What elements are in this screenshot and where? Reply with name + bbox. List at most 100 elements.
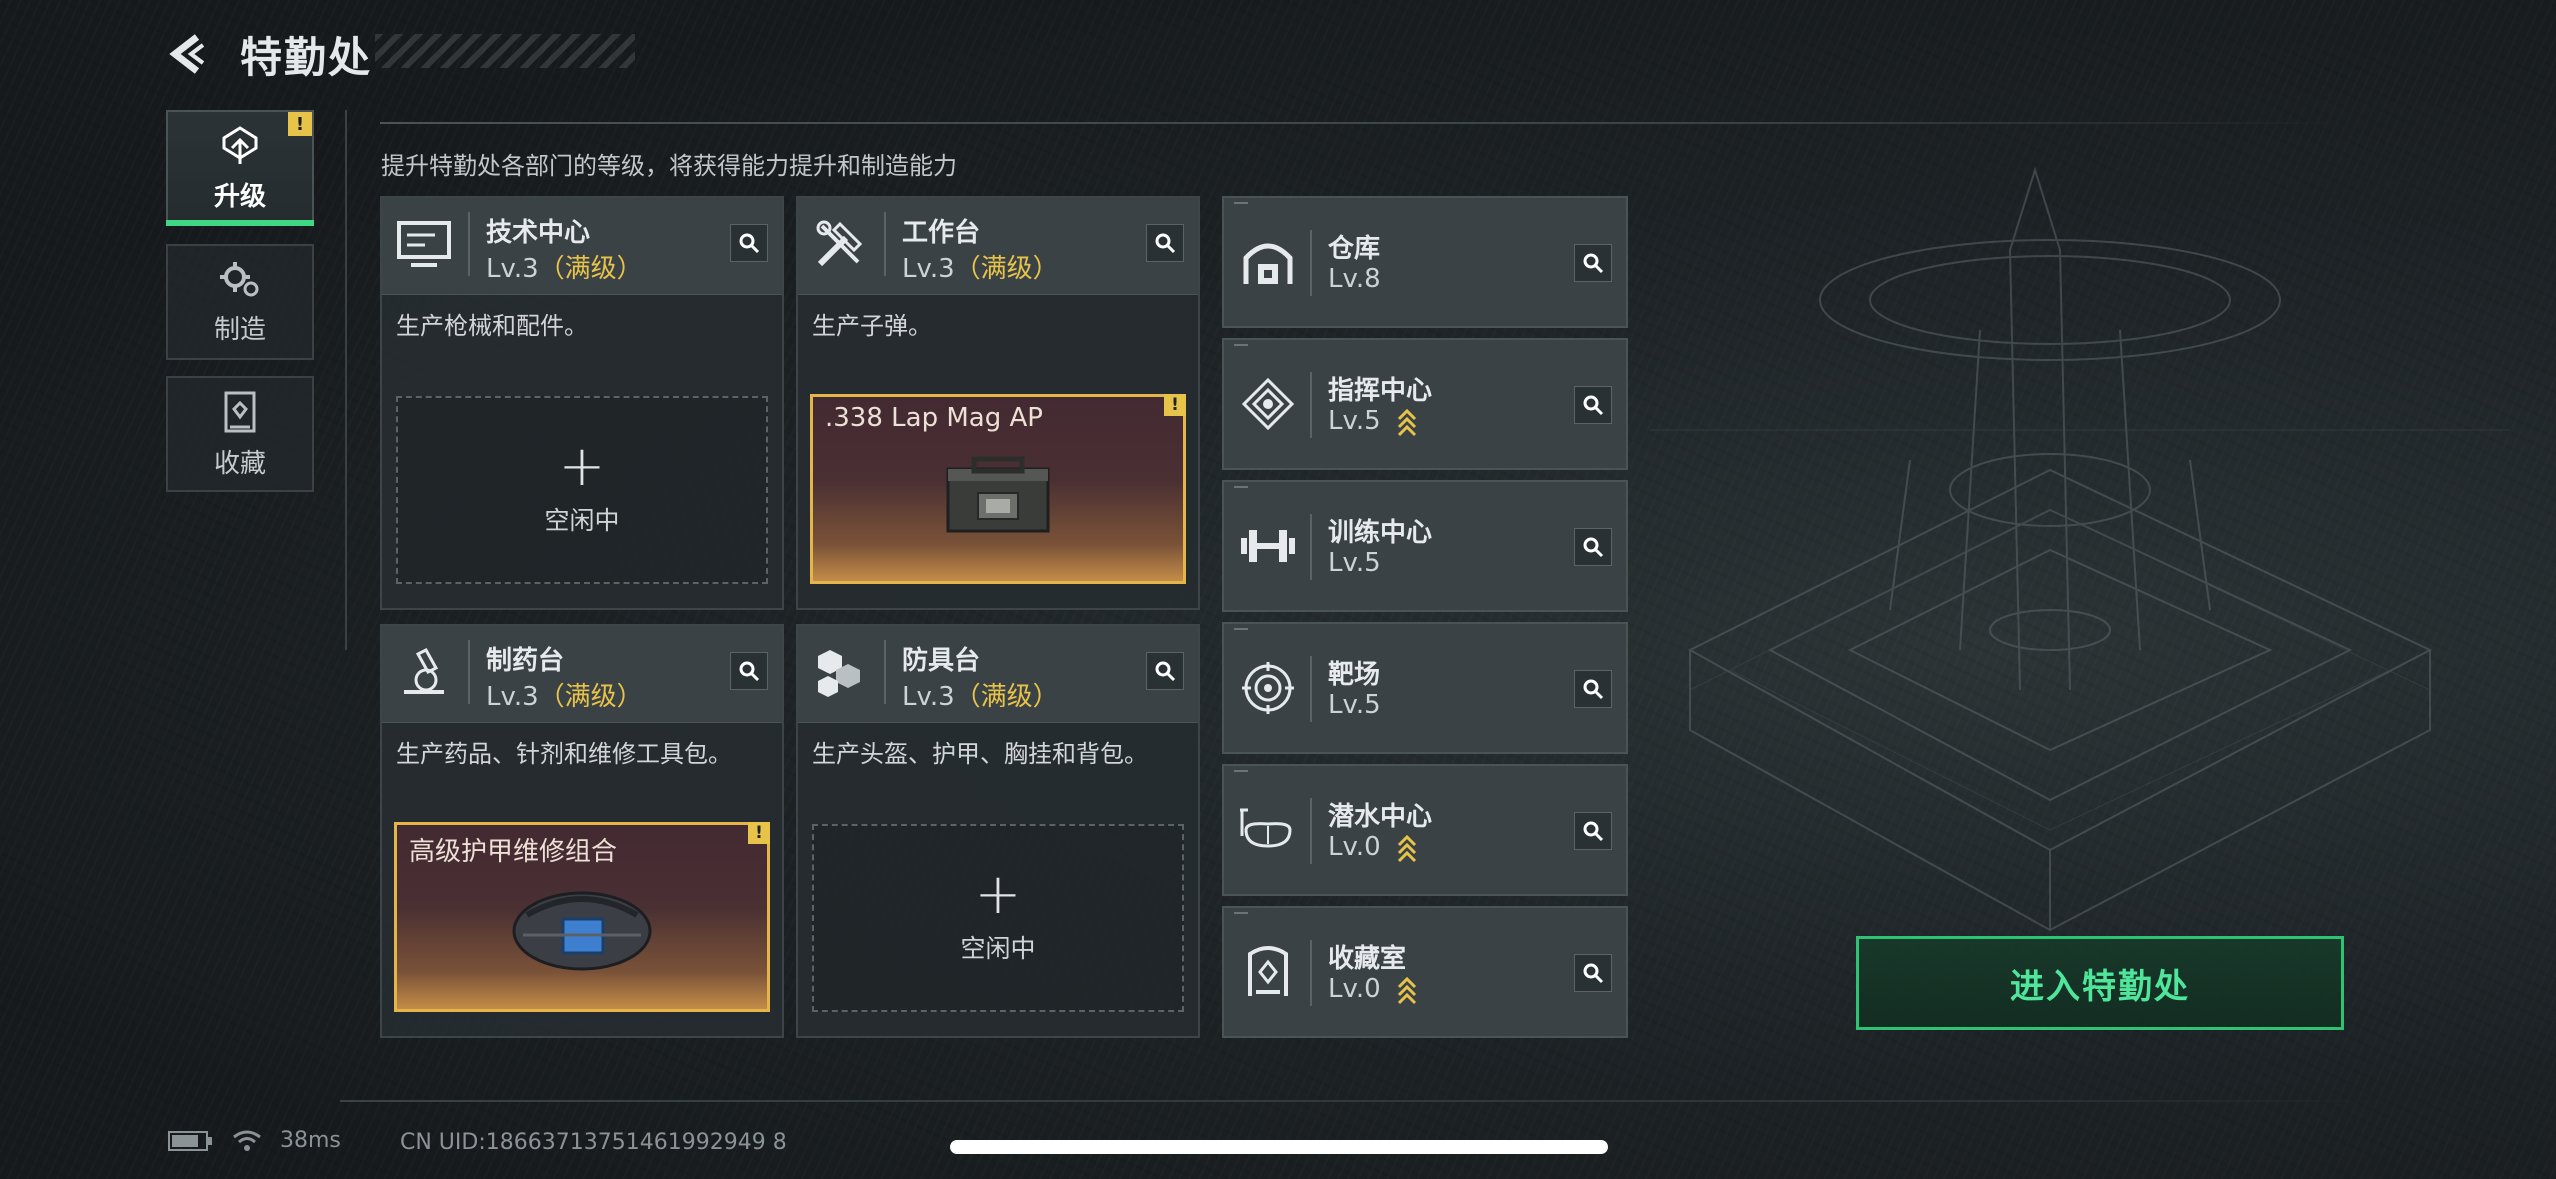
idle-production-slot[interactable]: + 空闲中 — [396, 396, 768, 584]
separator — [1310, 940, 1312, 1006]
tab-collection[interactable]: 收藏 — [166, 376, 314, 492]
facility-training-center[interactable]: 训练中心 Lv.5 — [1222, 480, 1628, 612]
search-icon — [739, 661, 760, 682]
command-icon — [1238, 374, 1298, 434]
microscope-icon — [392, 640, 456, 704]
facility-level: Lv.0 — [1328, 974, 1417, 1005]
facility-collection-room[interactable]: 收藏室 Lv.0 — [1222, 906, 1628, 1038]
ammo-box-icon — [946, 456, 1050, 533]
station-level: Lv.3（满级） — [486, 676, 643, 713]
search-icon — [1583, 963, 1604, 984]
enter-special-ops-button[interactable]: 进入特勤处 — [1856, 936, 2344, 1030]
inspect-button[interactable] — [1574, 244, 1612, 282]
level-text: Lv.3 — [486, 254, 539, 284]
level-text: Lv.3 — [902, 682, 955, 712]
search-icon — [1583, 395, 1604, 416]
separator — [1310, 514, 1312, 580]
dumbbell-icon — [1238, 516, 1298, 576]
facility-dive-center[interactable]: 潜水中心 Lv.0 — [1222, 764, 1628, 896]
level-text: Lv.3 — [486, 682, 539, 712]
facility-level: Lv.5 — [1328, 406, 1417, 437]
separator — [1310, 798, 1312, 864]
search-icon — [1155, 661, 1176, 682]
target-icon — [1238, 658, 1298, 718]
left-rail-divider — [345, 110, 347, 650]
tab-label: 升级 — [213, 181, 266, 212]
screen: 特勤处 ! 升级 制造 收藏 提升特勤处各部门的等级，将获得能力提升和制造能力 — [0, 0, 2556, 1179]
card-header-separator — [468, 212, 470, 276]
product-slot[interactable]: ! .338 Lap Mag AP — [810, 394, 1186, 584]
facility-level: Lv.5 — [1328, 548, 1381, 578]
alert-badge: ! — [748, 822, 770, 844]
station-description: 生产药品、针剂和维修工具包。 — [396, 740, 732, 768]
tab-craft[interactable]: 制造 — [166, 244, 314, 360]
separator — [1310, 230, 1312, 296]
product-slot[interactable]: ! 高级护甲维修组合 — [394, 822, 770, 1012]
back-button[interactable] — [160, 26, 216, 82]
search-icon — [1583, 821, 1604, 842]
facility-level: Lv.5 — [1328, 690, 1381, 720]
inspect-button[interactable] — [1574, 386, 1612, 424]
separator — [1310, 656, 1312, 722]
inspect-button[interactable] — [730, 652, 768, 690]
card-header: 工作台 Lv.3（满级） — [798, 198, 1198, 295]
inspect-button[interactable] — [1574, 528, 1612, 566]
facility-name: 收藏室 — [1328, 944, 1407, 974]
facility-name: 指挥中心 — [1328, 376, 1433, 406]
idle-production-slot[interactable]: + 空闲中 — [812, 824, 1184, 1012]
collection-icon — [224, 391, 256, 432]
bottom-divider — [340, 1100, 2380, 1102]
facility-warehouse[interactable]: 仓库 Lv.8 — [1222, 196, 1628, 328]
facility-command-center[interactable]: 指挥中心 Lv.5 — [1222, 338, 1628, 470]
battery-icon — [168, 1130, 212, 1151]
tab-label: 制造 — [213, 314, 266, 345]
search-icon — [1583, 679, 1604, 700]
top-divider — [380, 122, 2340, 124]
repair-bag-icon — [512, 891, 652, 971]
product-name: .338 Lap Mag AP — [825, 403, 1043, 433]
tab-upgrade[interactable]: ! 升级 — [166, 110, 314, 226]
station-level: Lv.3（满级） — [902, 676, 1059, 713]
alert-badge: ! — [288, 112, 312, 136]
search-icon — [1583, 537, 1604, 558]
station-description: 生产枪械和配件。 — [396, 312, 588, 340]
card-header: 防具台 Lv.3（满级） — [798, 626, 1198, 723]
station-card-tech-center[interactable]: 技术中心 Lv.3（满级） 生产枪械和配件。 + 空闲中 — [380, 196, 784, 610]
station-card-workbench[interactable]: 工作台 Lv.3（满级） 生产子弹。 ! .338 Lap Mag AP — [796, 196, 1200, 610]
card-header-separator — [468, 640, 470, 704]
station-card-pharmacy[interactable]: 制药台 Lv.3（满级） 生产药品、针剂和维修工具包。 ! 高级护甲维修组合 — [380, 624, 784, 1038]
inspect-button[interactable] — [1146, 224, 1184, 262]
inspect-button[interactable] — [1574, 812, 1612, 850]
status-bar: 38ms — [168, 1128, 341, 1153]
station-name: 技术中心 — [486, 218, 591, 248]
search-icon — [739, 233, 760, 254]
title-decoration — [375, 34, 635, 68]
armor-cubes-icon — [808, 640, 872, 704]
ping-text: 38ms — [280, 1128, 341, 1153]
max-level-tag: （满级） — [954, 682, 1059, 712]
facility-name: 仓库 — [1328, 234, 1381, 264]
search-icon — [1583, 253, 1604, 274]
collection-icon — [1238, 942, 1298, 1002]
inspect-button[interactable] — [1574, 954, 1612, 992]
level-text: Lv.0 — [1328, 974, 1381, 1004]
station-card-armor-bench[interactable]: 防具台 Lv.3（满级） 生产头盔、护甲、胸挂和背包。 + 空闲中 — [796, 624, 1200, 1038]
upgrade-icon — [222, 125, 258, 164]
inspect-button[interactable] — [1574, 670, 1612, 708]
upgrade-available-icon — [1397, 408, 1416, 436]
facility-shooting-range[interactable]: 靶场 Lv.5 — [1222, 622, 1628, 754]
level-text: Lv.3 — [902, 254, 955, 284]
alert-badge: ! — [1164, 394, 1186, 416]
card-header-separator — [884, 640, 886, 704]
back-arrow-icon — [169, 34, 205, 74]
base-wireframe-illustration — [1650, 166, 2510, 932]
card-header-separator — [884, 212, 886, 276]
home-indicator[interactable] — [950, 1140, 1608, 1154]
level-text: Lv.0 — [1328, 832, 1381, 862]
monitor-icon — [392, 212, 456, 276]
inspect-button[interactable] — [1146, 652, 1184, 690]
facility-name: 训练中心 — [1328, 518, 1433, 548]
dive-mask-icon — [1238, 800, 1298, 860]
inspect-button[interactable] — [730, 224, 768, 262]
max-level-tag: （满级） — [954, 254, 1059, 284]
